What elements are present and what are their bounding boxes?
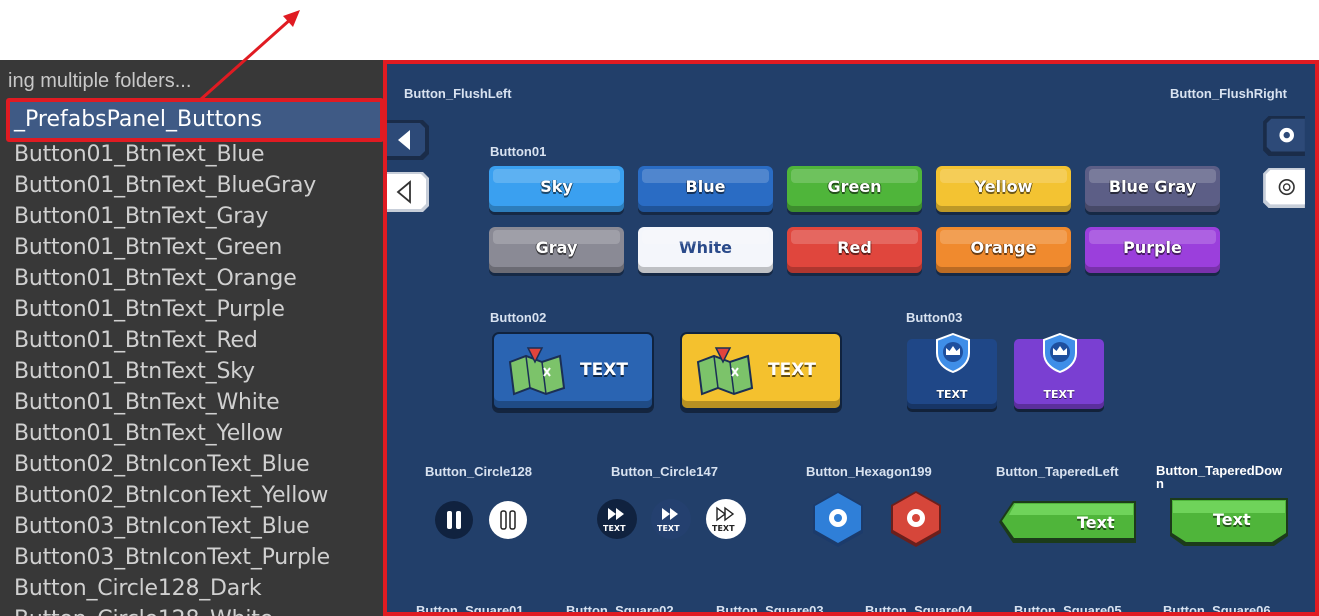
circle128-white-pause-button[interactable] <box>488 500 528 540</box>
label-square02: Button_Square02 <box>566 603 674 616</box>
label-circle147: Button_Circle147 <box>611 464 718 479</box>
hierarchy-item[interactable]: Button01_BtnText_Yellow <box>14 421 283 446</box>
label-tapered-left: Button_TaperedLeft <box>996 464 1119 479</box>
label-square05: Button_Square05 <box>1014 603 1122 616</box>
label-square03: Button_Square03 <box>716 603 824 616</box>
button01-purple[interactable]: Purple <box>1085 227 1220 273</box>
hierarchy-item[interactable]: Button02_BtnIconText_Yellow <box>14 483 328 508</box>
button01-blue[interactable]: Blue <box>638 166 773 212</box>
crown-shield-icon <box>936 333 970 373</box>
hierarchy-item[interactable]: Button03_BtnIconText_Blue <box>14 514 310 539</box>
button01-blue-gray[interactable]: Blue Gray <box>1085 166 1220 212</box>
hierarchy-item[interactable]: Button01_BtnText_Green <box>14 235 282 260</box>
button02-yellow-label: TEXT <box>768 360 816 380</box>
flush-right-white-gear-button[interactable] <box>1261 168 1307 208</box>
hierarchy-item[interactable]: Button02_BtnIconText_Blue <box>14 452 310 477</box>
hierarchy-item-selected[interactable]: _PrefabsPanel_Buttons <box>6 98 383 142</box>
button01-red[interactable]: Red <box>787 227 922 273</box>
hierarchy-item[interactable]: Button01_BtnText_White <box>14 390 280 415</box>
button03-purple-label: TEXT <box>1043 388 1075 401</box>
tapered-down-label: Text <box>1213 510 1251 529</box>
circle147-dark-label: TEXT <box>603 524 626 533</box>
folder-note: ing multiple folders... <box>8 70 192 92</box>
circle147-navy-fastforward-button[interactable] <box>650 498 692 540</box>
map-icon <box>696 347 754 396</box>
map-icon <box>508 347 566 396</box>
hierarchy-item[interactable]: Button_Circle128_White <box>14 607 273 616</box>
hierarchy-item[interactable]: Button01_BtnText_BlueGray <box>14 173 316 198</box>
flush-left-white-button[interactable] <box>383 172 429 212</box>
flush-right-dark-gear-button[interactable] <box>1261 116 1307 156</box>
label-flush-right: Button_FlushRight <box>1170 86 1287 101</box>
hexagon199-red-gear-button[interactable] <box>889 490 943 548</box>
tapered-left-label: Text <box>1077 513 1115 532</box>
hierarchy-item[interactable]: Button_Circle128_Dark <box>14 576 262 601</box>
hierarchy-panel: ing multiple folders... _PrefabsPanel_Bu… <box>0 60 383 616</box>
hierarchy-item[interactable]: Button01_BtnText_Sky <box>14 359 255 384</box>
hierarchy-item[interactable]: Button01_BtnText_Blue <box>14 142 265 167</box>
circle147-dark-fastforward-button[interactable] <box>596 498 638 540</box>
label-flush-left: Button_FlushLeft <box>404 86 512 101</box>
prefab-preview-panel: Button_FlushLeft Button_FlushRight Butto… <box>383 60 1319 616</box>
crown-shield-icon <box>1043 333 1077 373</box>
label-square01: Button_Square01 <box>416 603 524 616</box>
button03-purple[interactable]: TEXT <box>1014 333 1104 409</box>
circle128-dark-pause-button[interactable] <box>434 500 474 540</box>
label-hexagon199: Button_Hexagon199 <box>806 464 932 479</box>
button01-orange[interactable]: Orange <box>936 227 1071 273</box>
hierarchy-item[interactable]: Button01_BtnText_Gray <box>14 204 268 229</box>
button01-gray[interactable]: Gray <box>489 227 624 273</box>
hierarchy-item[interactable]: Button03_BtnIconText_Purple <box>14 545 330 570</box>
circle147-white-label: TEXT <box>712 524 735 533</box>
hierarchy-item[interactable]: Button01_BtnText_Red <box>14 328 258 353</box>
button01-yellow[interactable]: Yellow <box>936 166 1071 212</box>
button02-yellow[interactable]: TEXT <box>680 332 842 410</box>
hierarchy-item[interactable]: Button01_BtnText_Purple <box>14 297 285 322</box>
circle147-navy-label: TEXT <box>657 524 680 533</box>
hexagon199-blue-gear-button[interactable] <box>811 490 865 548</box>
flush-left-dark-button[interactable] <box>383 120 429 160</box>
button01-green[interactable]: Green <box>787 166 922 212</box>
hierarchy-item-selected-label: _PrefabsPanel_Buttons <box>14 107 263 132</box>
button02-blue-label: TEXT <box>580 360 628 380</box>
button02-blue[interactable]: TEXT <box>492 332 654 410</box>
hierarchy-item[interactable]: Button01_BtnText_Orange <box>14 266 297 291</box>
button03-blue[interactable]: TEXT <box>907 333 997 409</box>
button01-white[interactable]: White <box>638 227 773 273</box>
tapered-left-green-button[interactable] <box>999 501 1136 543</box>
label-tapered-down: Button_TaperedDow n <box>1156 463 1283 491</box>
label-square04: Button_Square04 <box>865 603 973 616</box>
label-button01: Button01 <box>490 144 547 159</box>
label-square06: Button_Square06 <box>1163 603 1271 616</box>
label-circle128: Button_Circle128 <box>425 464 532 479</box>
button01-sky[interactable]: Sky <box>489 166 624 212</box>
circle147-white-fastforward-button[interactable] <box>705 498 747 540</box>
button03-blue-label: TEXT <box>936 388 968 401</box>
label-button02: Button02 <box>490 310 547 325</box>
label-button03: Button03 <box>906 310 963 325</box>
